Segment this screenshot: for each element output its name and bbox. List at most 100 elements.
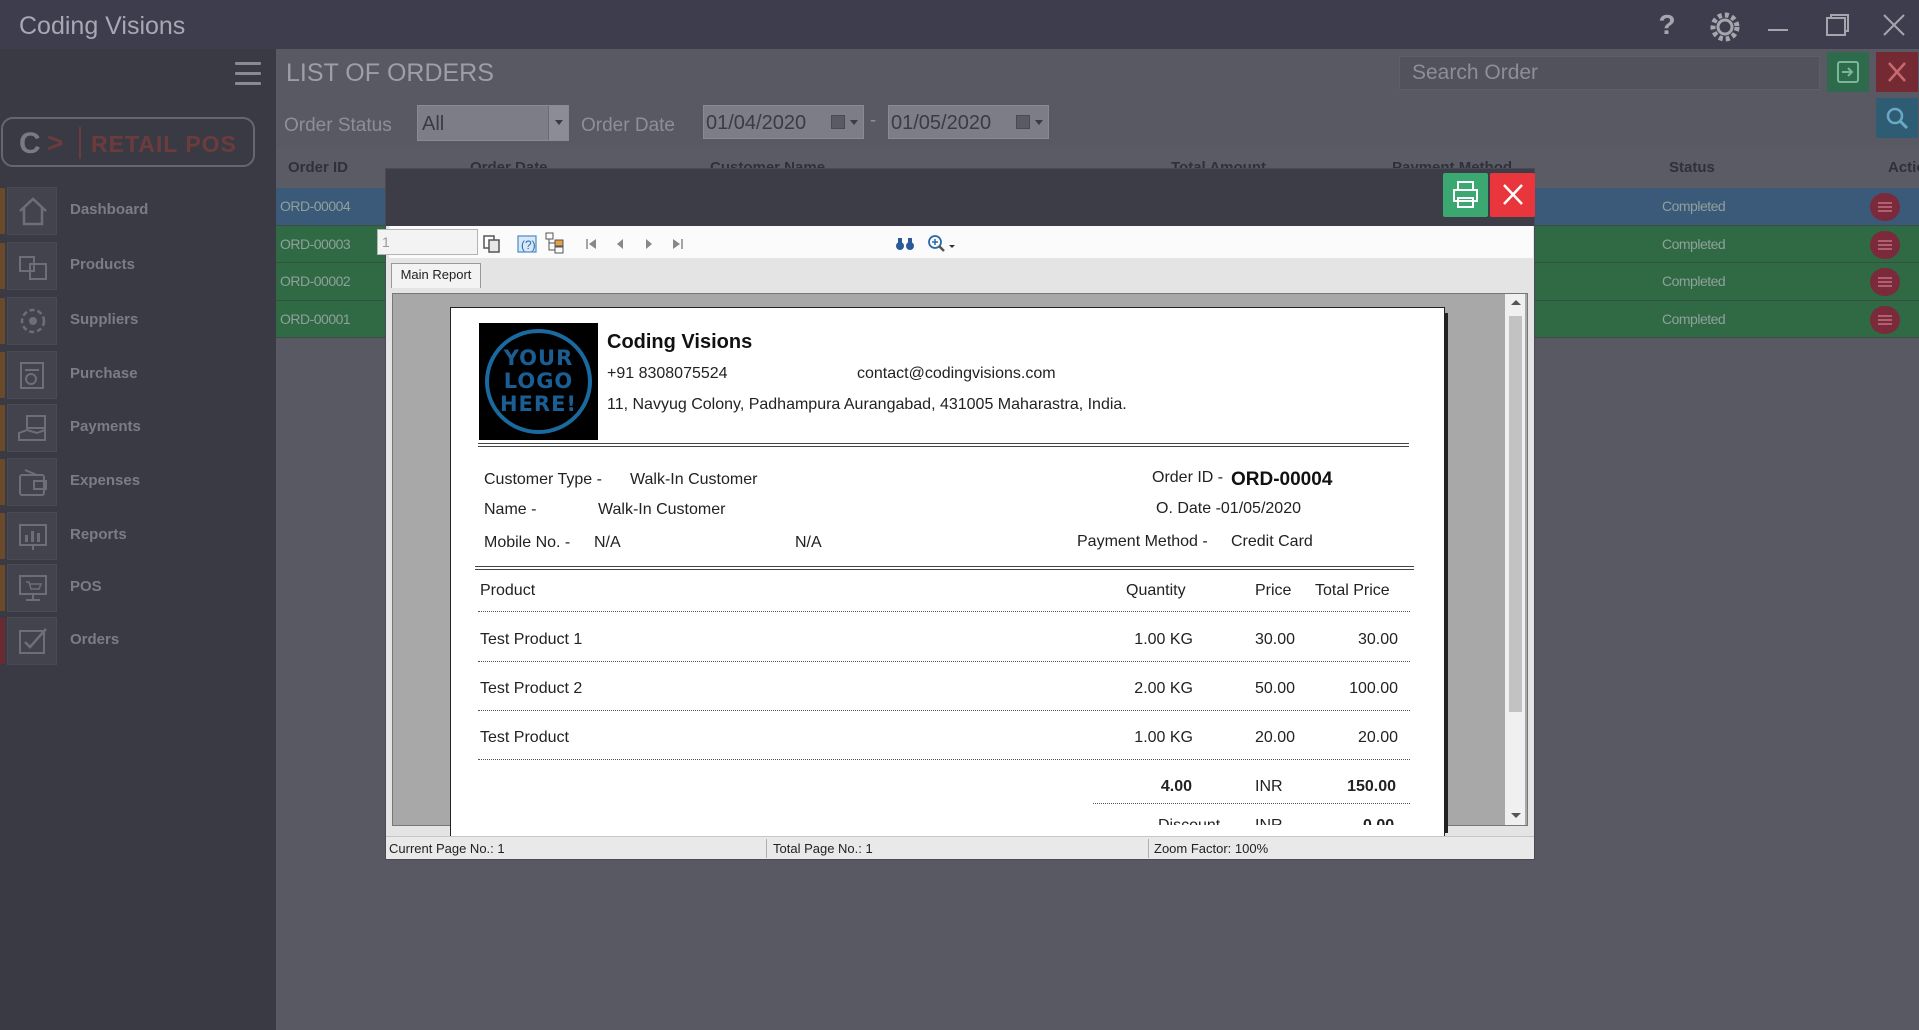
order-date-value: O. Date -01/05/2020: [1156, 500, 1301, 517]
page-number-input[interactable]: [377, 229, 478, 255]
expenses-icon: [7, 458, 57, 506]
item-price: 20.00: [1254, 729, 1295, 746]
search-icon: [1886, 107, 1909, 130]
item-price: 50.00: [1254, 680, 1295, 697]
item-total: 100.00: [1349, 680, 1398, 697]
item-quantity: 1.00 KG: [1134, 729, 1193, 746]
order-id-label: Order ID -: [1152, 469, 1224, 486]
search-button[interactable]: [1876, 98, 1918, 138]
suppliers-icon: [7, 297, 57, 345]
app-title: Coding Visions: [19, 12, 186, 40]
item-quantity: 2.00 KG: [1134, 680, 1193, 697]
close-button[interactable]: [1876, 52, 1918, 92]
sidebar-item-suppliers[interactable]: Suppliers: [0, 297, 276, 347]
sidebar-item-reports[interactable]: Reports: [0, 512, 276, 562]
calendar-icon: [1016, 115, 1030, 129]
print-button[interactable]: [1443, 173, 1488, 217]
item-total: 20.00: [1357, 729, 1398, 746]
report-toolbar: (?): [389, 226, 1533, 258]
minimize-icon[interactable]: [1760, 10, 1794, 46]
search-order-box[interactable]: [1399, 56, 1820, 90]
dialog-header: [386, 169, 1535, 226]
item-quantity: 1.00 KG: [1134, 631, 1193, 648]
next-page-icon[interactable]: [639, 235, 659, 253]
mobile-label: Mobile No. -: [484, 534, 571, 551]
help-icon[interactable]: ?: [1650, 10, 1684, 40]
order-status-label: Order Status: [284, 115, 392, 136]
report-page: [450, 307, 1445, 847]
reports-icon: [7, 512, 57, 560]
current-page-status: Current Page No.: 1: [389, 841, 505, 856]
retail-pos-logo: C > RETAIL POS: [1, 117, 255, 167]
company-name: Coding Visions: [607, 331, 753, 353]
export-icon: [1837, 61, 1859, 83]
sidebar-item-purchase[interactable]: Purchase: [0, 351, 276, 401]
customer-type-label: Customer Type -: [484, 471, 602, 488]
item-total: 30.00: [1357, 631, 1398, 648]
payment-method-value: Credit Card: [1231, 533, 1313, 550]
settings-gear-icon[interactable]: [1708, 10, 1742, 50]
svg-text:(?): (?): [521, 238, 536, 252]
total-currency: INR: [1255, 778, 1283, 795]
sidebar-item-pos[interactable]: POS: [0, 564, 276, 614]
home-icon: [7, 187, 57, 235]
purchase-icon: [7, 351, 57, 399]
report-vertical-scrollbar[interactable]: [1505, 294, 1525, 825]
search-order-input[interactable]: [1400, 57, 1819, 89]
item-product: Test Product 1: [480, 631, 583, 648]
sidebar-item-products[interactable]: Products: [0, 242, 276, 292]
find-binoculars-icon[interactable]: [895, 235, 915, 253]
group-tree-icon[interactable]: [545, 232, 565, 254]
sidebar-item-orders[interactable]: Orders: [0, 617, 276, 667]
help-toggle-icon[interactable]: (?): [517, 235, 537, 253]
viewer-status-bar: Current Page No.: 1 Total Page No.: 1 Zo…: [386, 836, 1534, 859]
mobile-value: N/A: [594, 534, 621, 551]
zoom-icon[interactable]: [927, 235, 957, 253]
order-status-select[interactable]: All: [417, 105, 569, 141]
item-product: Test Product 2: [480, 680, 583, 697]
order-date-label: Order Date: [581, 115, 675, 136]
col-quantity: Quantity: [1126, 582, 1186, 599]
sidebar-item-expenses[interactable]: Expenses: [0, 458, 276, 508]
last-page-icon[interactable]: [667, 235, 687, 253]
previous-page-icon[interactable]: [611, 235, 631, 253]
company-logo: YOUR LOGO HERE!: [479, 323, 598, 440]
date-to-picker[interactable]: 01/05/2020: [888, 105, 1049, 139]
order-id-value: ORD-00004: [1231, 469, 1333, 490]
export-button[interactable]: [1827, 52, 1869, 92]
copy-icon[interactable]: [482, 235, 502, 253]
scroll-thumb[interactable]: [1509, 316, 1522, 712]
calendar-icon: [831, 115, 845, 129]
close-window-icon[interactable]: [1876, 10, 1910, 46]
row-menu-button[interactable]: [1870, 230, 1900, 259]
menu-toggle-icon[interactable]: [235, 62, 261, 88]
sidebar-item-dashboard[interactable]: Dashboard: [0, 187, 276, 237]
row-menu-button[interactable]: [1870, 268, 1900, 296]
dialog-close-button[interactable]: [1490, 173, 1535, 217]
grand-total: 150.00: [1347, 778, 1396, 795]
company-phone: +91 8308075524: [607, 365, 728, 382]
row-menu-button[interactable]: [1870, 305, 1900, 334]
printer-icon: [1453, 181, 1478, 208]
date-from-picker[interactable]: 01/04/2020: [703, 105, 864, 139]
mobile-extra-value: N/A: [795, 534, 822, 551]
products-icon: [7, 242, 57, 290]
discount-row-clipped: Discount INR 0.00: [1093, 817, 1413, 825]
pos-icon: [7, 564, 57, 612]
scroll-down-arrow-icon[interactable]: [1511, 813, 1521, 818]
col-total-price: Total Price: [1315, 582, 1390, 599]
title-bar: Coding Visions ?: [0, 0, 1919, 49]
first-page-icon[interactable]: [583, 235, 603, 253]
orders-icon: [7, 617, 57, 665]
zoom-factor-status: Zoom Factor: 100%: [1154, 841, 1269, 856]
maximize-icon[interactable]: [1818, 10, 1852, 46]
sidebar-item-payments[interactable]: Payments: [0, 404, 276, 454]
total-quantity: 4.00: [1160, 778, 1192, 795]
close-icon: [1888, 62, 1906, 82]
tab-main-report[interactable]: Main Report: [391, 263, 481, 288]
item-price: 30.00: [1254, 631, 1295, 648]
customer-name-value: Walk-In Customer: [598, 501, 726, 518]
row-menu-button[interactable]: [1870, 193, 1900, 221]
scroll-up-arrow-icon[interactable]: [1511, 300, 1521, 305]
company-email: contact@codingvisions.com: [857, 365, 1056, 382]
